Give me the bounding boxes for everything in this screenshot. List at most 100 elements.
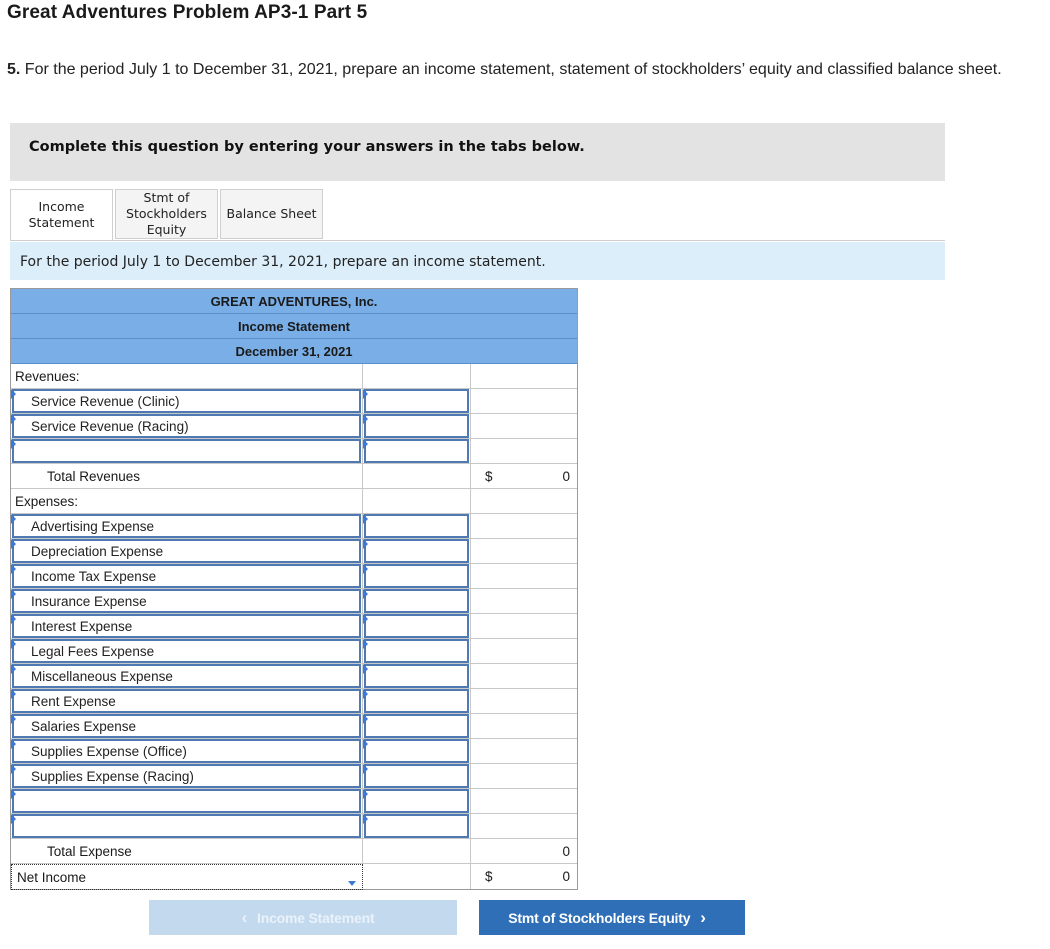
net-income-label: Net Income	[17, 869, 87, 885]
account-select[interactable]: Salaries Expense	[12, 714, 361, 738]
dropdown-marker-icon	[363, 764, 368, 774]
account-name: Service Revenue (Clinic)	[31, 393, 180, 409]
total-cell	[471, 414, 577, 438]
dropdown-marker-icon	[363, 689, 368, 699]
dropdown-marker-icon	[11, 739, 16, 749]
amount-cell	[363, 864, 471, 889]
account-name: Legal Fees Expense	[31, 643, 155, 659]
total-cell	[471, 439, 577, 463]
tab-prompt-text: For the period July 1 to December 31, 20…	[20, 254, 546, 270]
account-select[interactable]	[12, 439, 361, 463]
net-income-row: Net Income $0	[11, 864, 577, 890]
dropdown-marker-icon	[363, 539, 368, 549]
account-select[interactable]: Depreciation Expense	[12, 539, 361, 563]
tab-stmt-stockholders-equity[interactable]: Stmt of Stockholders Equity	[115, 189, 218, 239]
table-row: Insurance Expense	[11, 589, 577, 614]
amount-cell	[363, 464, 471, 488]
table-row: Salaries Expense	[11, 714, 577, 739]
amount-input[interactable]	[364, 514, 469, 538]
tab-label-line: Balance Sheet	[226, 206, 317, 221]
amount-cell	[363, 489, 471, 513]
amount-input[interactable]	[364, 739, 469, 763]
amount-input[interactable]	[364, 564, 469, 588]
currency-symbol: $	[485, 468, 493, 484]
dropdown-marker-icon	[363, 664, 368, 674]
account-select[interactable]: Rent Expense	[12, 689, 361, 713]
amount-input[interactable]	[364, 589, 469, 613]
amount-input[interactable]	[364, 389, 469, 413]
dropdown-marker-icon	[363, 389, 368, 399]
total-cell	[471, 614, 577, 638]
dropdown-marker-icon	[363, 589, 368, 599]
company-name: GREAT ADVENTURES, Inc.	[11, 289, 577, 314]
account-select[interactable]: Supplies Expense (Racing)	[12, 764, 361, 788]
amount-cell	[363, 364, 471, 388]
account-select[interactable]: Service Revenue (Racing)	[12, 414, 361, 438]
dropdown-marker-icon	[11, 614, 16, 624]
table-row: Rent Expense	[11, 689, 577, 714]
account-name: Interest Expense	[31, 618, 133, 634]
dropdown-marker-icon	[11, 664, 16, 674]
expenses-heading: Expenses:	[11, 489, 363, 513]
table-row	[11, 814, 577, 839]
account-select[interactable]: Miscellaneous Expense	[12, 664, 361, 688]
table-row: Supplies Expense (Racing)	[11, 764, 577, 789]
account-select[interactable]	[12, 789, 361, 813]
question-body: For the period July 1 to December 31, 20…	[24, 61, 1002, 78]
amount-input[interactable]	[364, 439, 469, 463]
amount-input[interactable]	[364, 664, 469, 688]
dropdown-marker-icon	[11, 764, 16, 774]
account-name: Supplies Expense (Office)	[31, 743, 187, 759]
amount-input[interactable]	[364, 639, 469, 663]
amount-input[interactable]	[364, 789, 469, 813]
total-cell	[471, 714, 577, 738]
question-text: 5. For the period July 1 to December 31,…	[7, 60, 1037, 79]
net-income-select[interactable]: Net Income	[11, 864, 363, 890]
total-cell	[471, 564, 577, 588]
tab-label-line: Equity	[146, 222, 187, 237]
dropdown-marker-icon	[363, 564, 368, 574]
dropdown-marker-icon	[11, 514, 16, 524]
total-cell	[471, 489, 577, 513]
account-select[interactable]: Supplies Expense (Office)	[12, 739, 361, 763]
table-row: Supplies Expense (Office)	[11, 739, 577, 764]
account-select[interactable]: Service Revenue (Clinic)	[12, 389, 361, 413]
account-select[interactable]: Income Tax Expense	[12, 564, 361, 588]
table-row: Revenues:	[11, 364, 577, 389]
tab-label-line: Stockholders	[126, 206, 207, 221]
account-select[interactable]: Legal Fees Expense	[12, 639, 361, 663]
amount-input[interactable]	[364, 614, 469, 638]
tab-income-statement[interactable]: Income Statement	[10, 189, 113, 241]
total-cell	[471, 589, 577, 613]
page-title: Great Adventures Problem AP3-1 Part 5	[7, 2, 368, 23]
dropdown-marker-icon	[11, 714, 16, 724]
amount-input[interactable]	[364, 689, 469, 713]
dropdown-marker-icon	[11, 414, 16, 424]
table-row	[11, 439, 577, 464]
next-tab-button[interactable]: Stmt of Stockholders Equity ›	[479, 900, 745, 935]
account-name: Depreciation Expense	[31, 543, 164, 559]
amount-input[interactable]	[364, 539, 469, 563]
account-name: Supplies Expense (Racing)	[31, 768, 194, 784]
amount-input[interactable]	[364, 414, 469, 438]
dropdown-marker-icon	[11, 589, 16, 599]
prev-tab-button[interactable]: ‹ Income Statement	[149, 900, 457, 935]
table-row: Miscellaneous Expense	[11, 664, 577, 689]
account-select[interactable]	[12, 814, 361, 838]
table-row	[11, 789, 577, 814]
amount-input[interactable]	[364, 714, 469, 738]
account-select[interactable]: Advertising Expense	[12, 514, 361, 538]
total-cell	[471, 539, 577, 563]
account-name: Insurance Expense	[31, 593, 147, 609]
account-name: Service Revenue (Racing)	[31, 418, 189, 434]
account-select[interactable]: Insurance Expense	[12, 589, 361, 613]
dropdown-marker-icon	[363, 639, 368, 649]
account-select[interactable]: Interest Expense	[12, 614, 361, 638]
tab-divider	[10, 240, 945, 241]
tab-balance-sheet[interactable]: Balance Sheet	[220, 189, 323, 239]
dropdown-marker-icon	[11, 439, 16, 449]
question-number: 5.	[7, 61, 21, 78]
total-cell	[471, 739, 577, 763]
amount-input[interactable]	[364, 764, 469, 788]
amount-input[interactable]	[364, 814, 469, 838]
